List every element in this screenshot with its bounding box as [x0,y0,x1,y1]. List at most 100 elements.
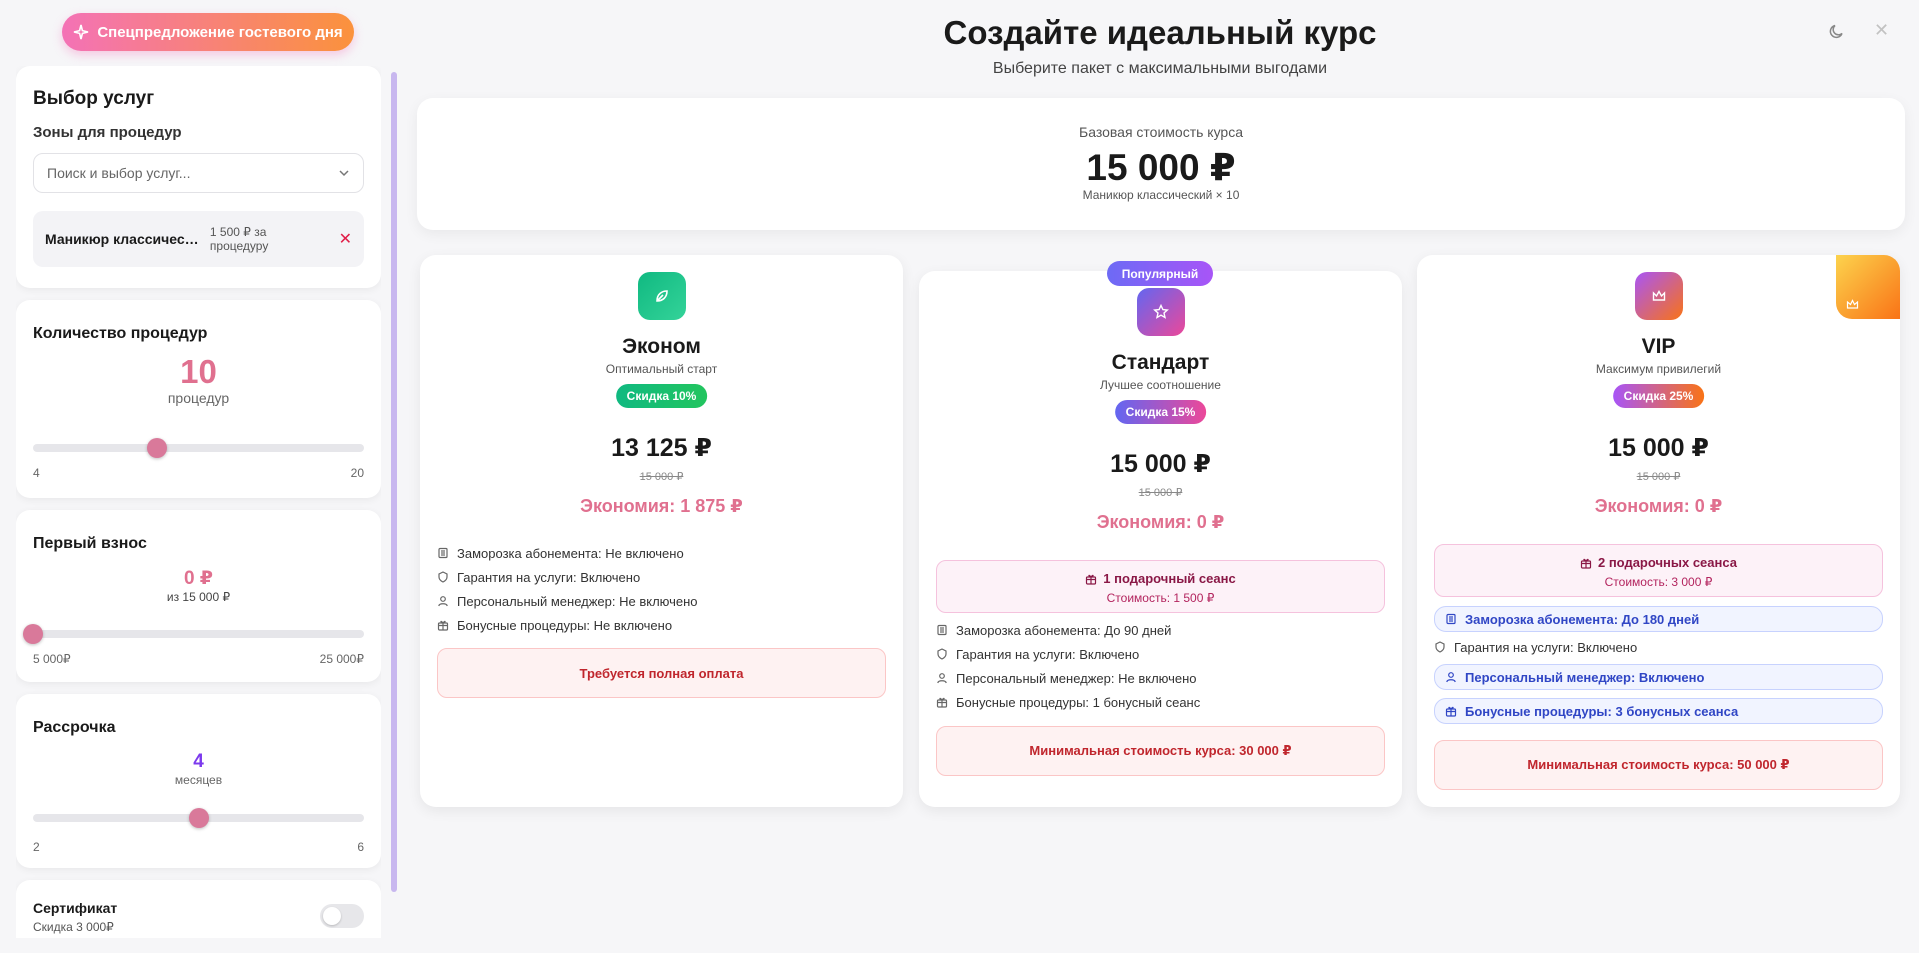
user-icon [937,673,947,684]
installment-panel: Рассрочка 4 месяцев 2 6 [16,694,381,868]
deposit-min: 5 000₽ [33,652,71,666]
selected-service-price: 1 500 ₽ за процедуру [209,225,269,253]
deposit-of: из 15 000 ₽ [166,590,231,604]
user-icon [1446,672,1456,683]
installment-min: 2 [33,840,40,854]
gift-icon [437,620,449,631]
remove-service-icon[interactable]: ✕ [339,229,352,249]
page-title: Создайте идеальный курс [943,14,1377,51]
close-icon[interactable]: ✕ [1874,20,1889,41]
count-slider-thumb[interactable] [147,438,168,458]
plan-old-price: 15 000 ₽ [1138,487,1183,499]
gift-box: 1 подарочный сеанс Стоимость: 1 500 ₽ [936,560,1385,613]
feature-manager: Персональный менеджер: Не включено [936,667,1385,689]
plan-tagline: Максимум привилегий [1595,362,1722,376]
count-slider[interactable] [33,438,364,458]
feature-manager: Персональный менеджер: Включено [1434,664,1883,690]
gift-cost: Стоимость: 1 500 ₽ [1106,591,1215,605]
plan-old-price: 15 000 ₽ [639,471,684,483]
count-panel: Количество процедур 10 процедур 4 20 [16,300,381,498]
gift-icon [1445,706,1457,717]
selected-service-name: Маникюр классический [45,231,200,247]
freeze-icon [438,547,448,559]
discount-badge: Скидка 25% [1612,384,1705,408]
crown-icon [1634,272,1683,320]
feature-guarantee: Гарантия на услуги: Включено [1434,636,1883,658]
services-panel: Выбор услуг Зоны для процедур Поиск и вы… [16,66,381,288]
count-max: 20 [350,466,364,480]
deposit-value: 0 ₽ [183,568,214,589]
crown-icon [1846,299,1859,309]
gift-title: 1 подарочный сеанс [1103,571,1236,586]
installment-slider-thumb[interactable] [188,808,209,828]
plan-price: 15 000 ₽ [1110,450,1211,478]
base-cost-card: Базовая стоимость курса 15 000 ₽ Маникюр… [417,98,1905,230]
deposit-max: 25 000₽ [319,652,364,666]
discount-badge: Скидка 10% [615,384,708,408]
plan-price: 15 000 ₽ [1608,434,1709,462]
gift-icon [936,697,948,708]
plan-card-econom[interactable]: Эконом Оптимальный старт Скидка 10% 13 1… [420,255,903,807]
plan-old-price: 15 000 ₽ [1636,471,1681,483]
plan-card-standard[interactable]: Стандарт Лучшее соотношение Скидка 15% 1… [919,271,1402,807]
chevron-down-icon [339,170,349,177]
plan-saving: Экономия: 1 875 ₽ [580,496,743,516]
deposit-slider-thumb[interactable] [23,624,43,644]
moon-icon[interactable] [1828,22,1846,40]
gift-icon [1580,558,1592,569]
certificate-toggle[interactable] [320,904,364,928]
selected-service-chip: Маникюр классический 1 500 ₽ за процедур… [33,211,364,267]
freeze-icon [1446,613,1456,625]
base-cost-sub: Маникюр классический × 10 [1082,188,1240,202]
plan-saving: Экономия: 0 ₽ [1594,496,1723,516]
base-cost-label: Базовая стоимость курса [1079,124,1243,140]
gift-icon [1086,574,1097,585]
services-title: Выбор услуг [33,88,155,109]
plan-card-vip[interactable]: VIP Максимум привилегий Скидка 25% 15 00… [1417,255,1900,807]
plan-price: 13 125 ₽ [611,434,712,462]
feature-freeze: Заморозка абонемента: Не включено [437,542,886,564]
installment-slider[interactable] [33,808,364,828]
shield-icon [1435,641,1445,653]
plan-name: Эконом [622,335,701,358]
feature-bonus: Бонусные процедуры: 1 бонусный сеанс [936,691,1385,713]
count-min: 4 [33,466,40,480]
plan-warning: Минимальная стоимость курса: 30 000 ₽ [936,726,1385,776]
gift-title: 2 подарочных сеанса [1597,555,1737,570]
popular-badge: Популярный [1107,261,1213,286]
deposit-slider[interactable] [23,624,364,644]
certificate-title: Сертификат [33,900,118,916]
installment-max: 6 [357,840,364,854]
base-cost-value: 15 000 ₽ [1086,147,1236,188]
plan-name: Стандарт [1111,351,1210,374]
count-value: 10 [180,353,217,390]
sidebar-scrollbar[interactable] [391,72,397,892]
star-icon [1136,288,1185,336]
shield-icon [937,648,947,660]
service-search-select[interactable]: Поиск и выбор услуг... [33,153,364,193]
deposit-panel: Первый взнос 0 ₽ из 15 000 ₽ 5 000₽ 25 00… [16,510,381,682]
installment-value: 4 [193,751,204,772]
certificate-sub: Скидка 3 000₽ [33,920,114,934]
plan-warning: Требуется полная оплата [437,648,886,698]
count-title: Количество процедур [33,325,208,342]
gift-box: 2 подарочных сеанса Стоимость: 3 000 ₽ [1434,544,1883,597]
leaf-icon [637,272,686,320]
installment-unit: месяцев [174,773,223,787]
installment-title: Рассрочка [33,719,116,736]
plan-name: VIP [1641,335,1676,358]
sidebar: Выбор услуг Зоны для процедур Поиск и вы… [16,66,381,938]
plan-tagline: Лучшее соотношение [1100,378,1221,392]
deposit-title: Первый взнос [33,535,147,552]
freeze-icon [937,624,947,636]
feature-guarantee: Гарантия на услуги: Включено [936,643,1385,665]
feature-manager: Персональный менеджер: Не включено [437,590,886,612]
discount-badge: Скидка 15% [1114,400,1207,424]
search-placeholder: Поиск и выбор услуг... [47,165,191,181]
plan-tagline: Оптимальный старт [605,362,718,376]
certificate-panel: Сертификат Скидка 3 000₽ [16,880,381,938]
shield-icon [438,571,448,583]
feature-bonus: Бонусные процедуры: Не включено [437,614,886,636]
feature-guarantee: Гарантия на услуги: Включено [437,566,886,588]
feature-freeze: Заморозка абонемента: До 90 дней [936,619,1385,641]
